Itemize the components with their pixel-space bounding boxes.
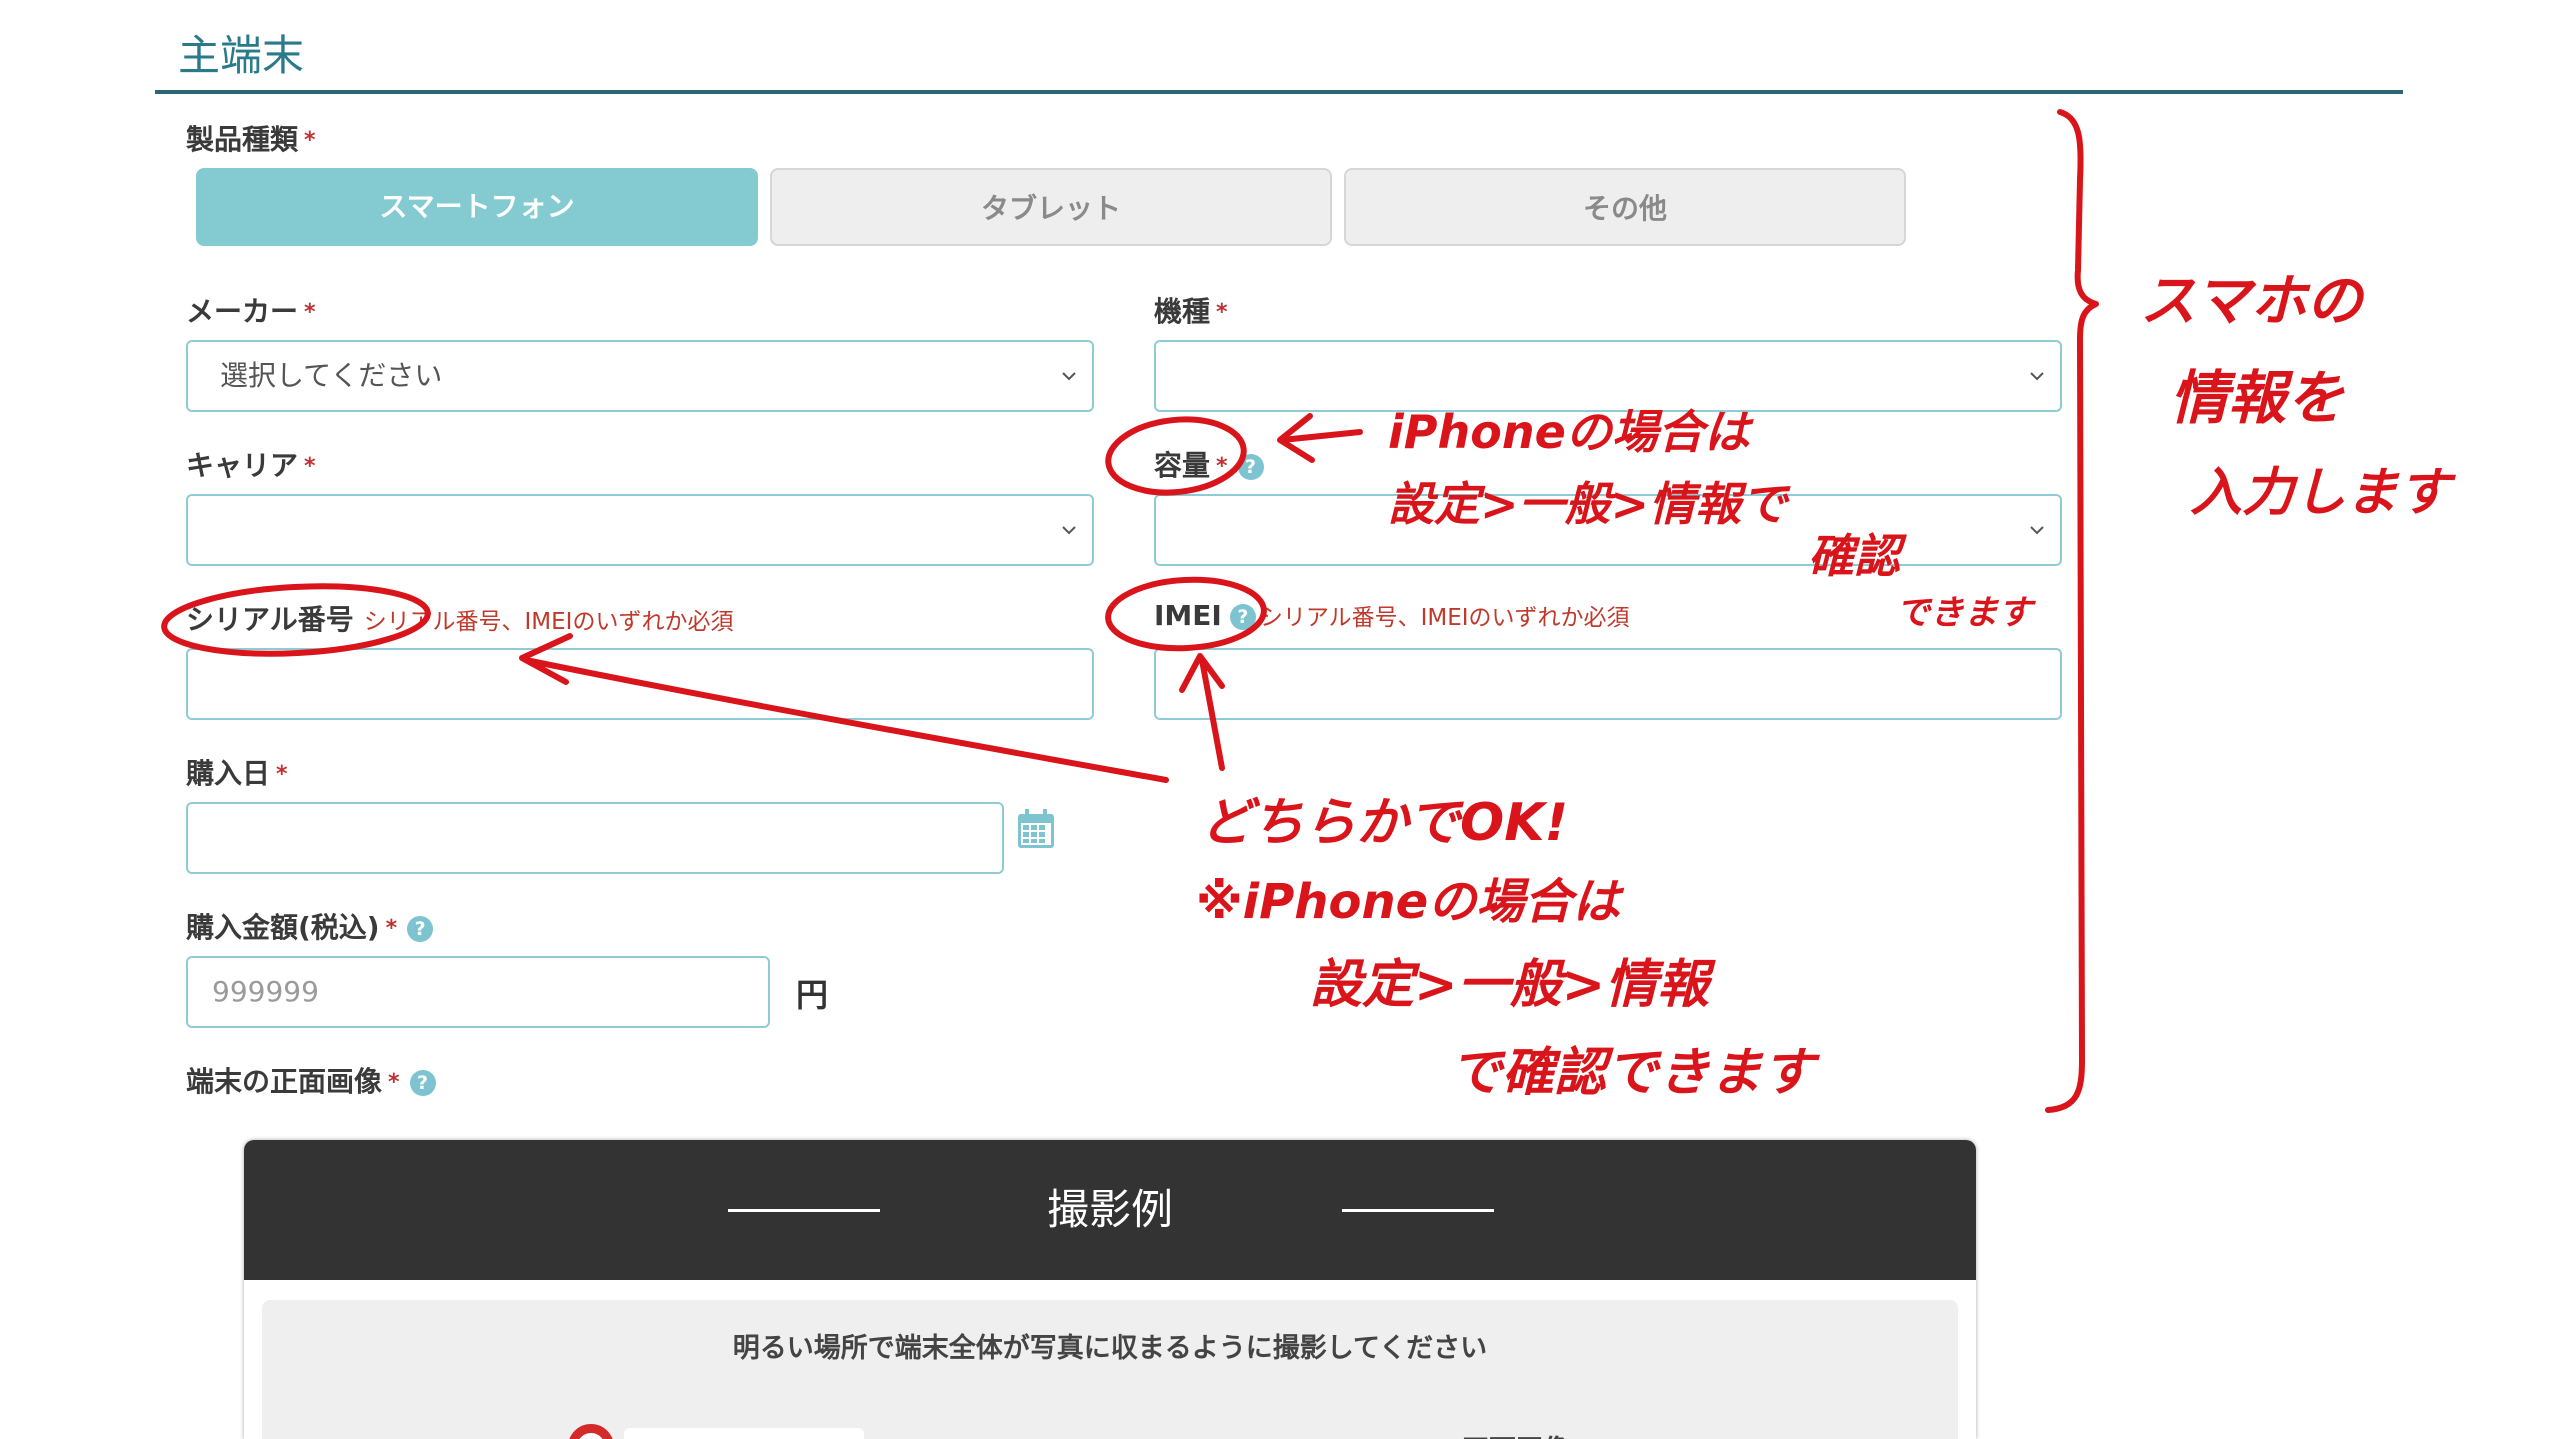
annotation-capacity-line4: できます (1896, 593, 2036, 633)
purchase-date-input[interactable] (186, 802, 1004, 874)
annotation-right-line1: スマホの (2140, 269, 2365, 334)
model-label: 機種 * (1154, 290, 1228, 330)
model-select[interactable] (1154, 340, 2062, 412)
purchase-price-label: 購入金額(税込) *? (186, 906, 434, 946)
front-image-caption: 正面画像 (1462, 1428, 1570, 1439)
required-mark: * (385, 916, 398, 941)
product-type-tablet-button[interactable]: タブレット (770, 168, 1332, 246)
model-label-text: 機種 (1154, 295, 1211, 328)
annotation-either-line4: で確認できます (1450, 1043, 1820, 1103)
annotation-brace (2045, 109, 2099, 1113)
capacity-select[interactable] (1154, 494, 2062, 566)
required-mark: * (276, 762, 288, 787)
annotation-arrow-capacity (1279, 429, 1363, 443)
maker-label-text: メーカー (186, 295, 299, 328)
photo-example-panel: 撮影例 明るい場所で端末全体が写真に収まるように撮影してください 正面画像 (244, 1140, 1976, 1439)
purchase-price-input[interactable]: 999999 (186, 956, 770, 1028)
product-type-label: 製品種類 * (186, 118, 316, 158)
required-mark: * (304, 454, 316, 479)
annotation-either-line2: ※iPhoneの場合は (1196, 874, 1625, 930)
purchase-date-label: 購入日 * (186, 752, 288, 792)
annotation-right-line3: 入力します (2190, 463, 2456, 523)
imei-input[interactable] (1154, 648, 2062, 720)
help-icon[interactable]: ? (407, 916, 434, 942)
capacity-label-text: 容量 (1154, 449, 1211, 482)
photo-example-body: 明るい場所で端末全体が写真に収まるように撮影してください 正面画像 (262, 1300, 1958, 1439)
purchase-price-placeholder: 999999 (212, 975, 319, 1008)
chevron-down-icon (1062, 526, 1076, 535)
serial-note: シリアル番号、IMEIのいずれか必須 (363, 609, 734, 635)
capacity-label: 容量 *? (1154, 444, 1264, 484)
imei-label-text: IMEI (1154, 599, 1222, 632)
required-mark: * (1216, 300, 1228, 325)
photo-example-header: 撮影例 (244, 1140, 1976, 1280)
front-image-label-text: 端末の正面画像 (186, 1065, 383, 1098)
chevron-down-icon (2030, 372, 2044, 381)
chevron-down-icon (2030, 526, 2044, 535)
calendar-icon[interactable] (1016, 808, 1056, 850)
maker-label: メーカー * (186, 290, 316, 330)
annotation-capacity-line1: iPhoneの場合は (1388, 405, 1755, 459)
required-mark: * (388, 1070, 400, 1095)
carrier-label: キャリア * (186, 444, 316, 484)
chevron-down-icon (1062, 372, 1076, 381)
product-type-label-text: 製品種類 (186, 123, 299, 156)
required-mark: * (1216, 454, 1228, 479)
product-type-smartphone-button[interactable]: スマートフォン (196, 168, 758, 246)
photo-example-title: 撮影例 (1046, 1185, 1173, 1234)
help-icon[interactable]: ? (1237, 454, 1264, 480)
serial-number-input[interactable] (186, 648, 1094, 720)
photo-instruction: 明るい場所で端末全体が写真に収まるように撮影してください (732, 1333, 1488, 1364)
serial-label: シリアル番号 シリアル番号、IMEIのいずれか必須 (186, 598, 733, 638)
header-rule-right (1342, 1209, 1494, 1212)
help-icon[interactable]: ? (409, 1070, 436, 1096)
location-pin-icon (568, 1424, 614, 1439)
carrier-select[interactable] (186, 494, 1094, 566)
front-image-label: 端末の正面画像 *? (186, 1060, 436, 1100)
required-mark: * (304, 128, 316, 153)
section-divider (155, 90, 2403, 94)
help-icon[interactable]: ? (1229, 604, 1256, 630)
yen-unit: 円 (796, 976, 829, 1014)
section-title: 主端末 (178, 31, 305, 80)
example-image-card (624, 1428, 864, 1439)
purchase-price-label-text: 購入金額(税込) (186, 911, 380, 944)
required-mark: * (304, 300, 316, 325)
maker-select[interactable]: 選択してください (186, 340, 1094, 412)
maker-select-value: 選択してください (220, 359, 443, 392)
annotation-right-line2: 情報を (2170, 364, 2345, 432)
purchase-date-label-text: 購入日 (186, 757, 271, 790)
annotation-either-line3: 設定>一般>情報 (1310, 955, 1716, 1015)
serial-label-text: シリアル番号 (186, 603, 354, 636)
product-type-other-button[interactable]: その他 (1344, 168, 1906, 246)
imei-note: シリアル番号、IMEIのいずれか必須 (1259, 605, 1630, 631)
annotation-either-line1: どちらかでOK! (1200, 793, 1568, 853)
carrier-label-text: キャリア (186, 449, 299, 482)
imei-label: IMEI? シリアル番号、IMEIのいずれか必須 (1154, 598, 1630, 632)
